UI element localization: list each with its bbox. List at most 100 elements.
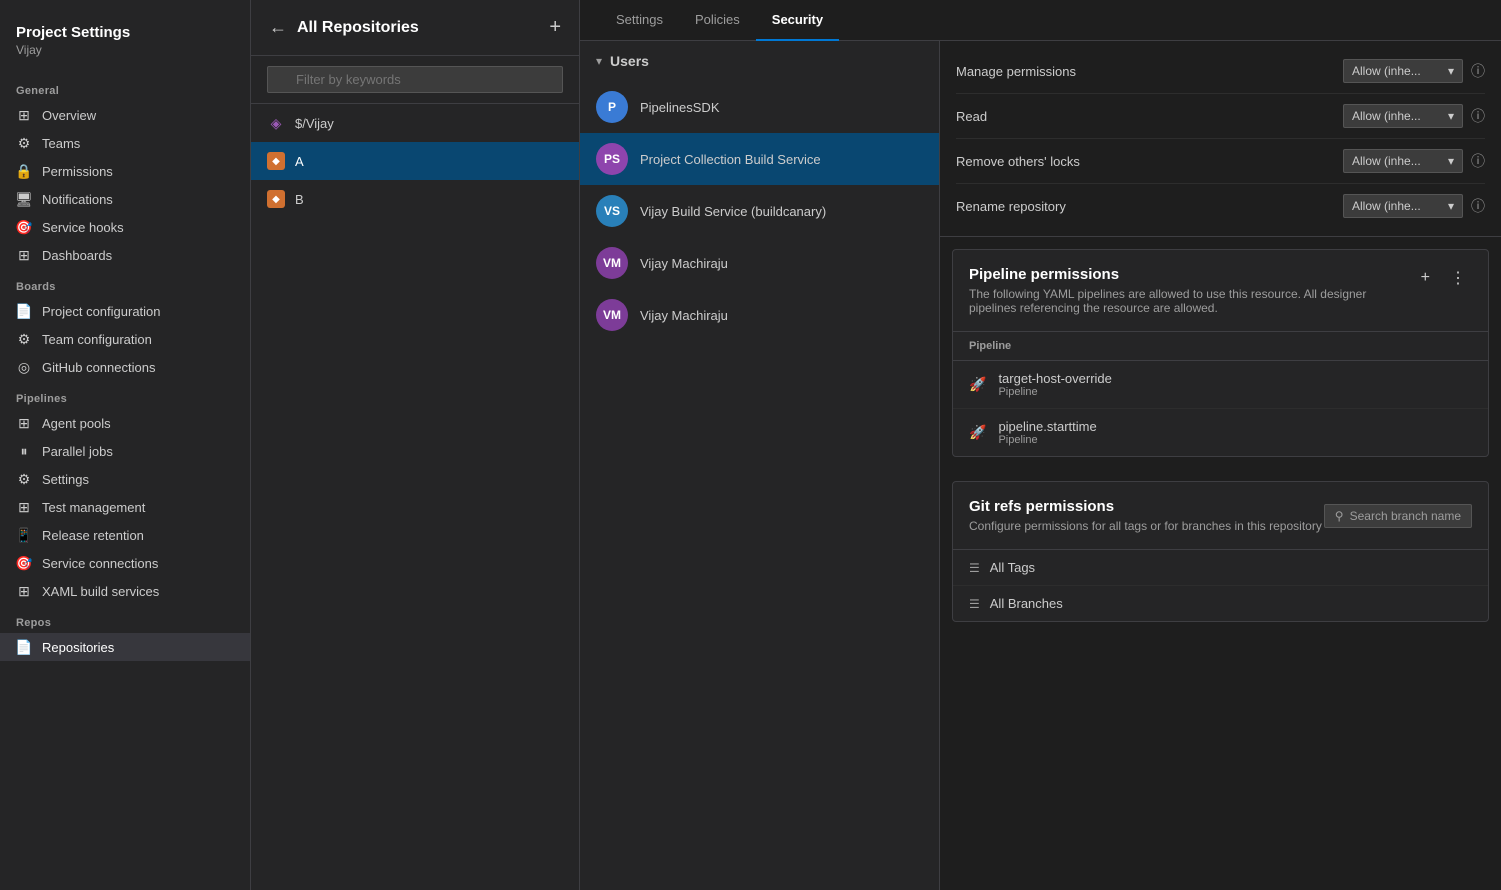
user-name: Vijay Build Service (buildcanary) [640, 204, 826, 219]
grid-icon: ⊞ [16, 107, 32, 123]
chevron-down-icon: ▾ [1448, 64, 1454, 78]
more-options-button[interactable]: ⋮ [1444, 266, 1472, 290]
sidebar-item-teams[interactable]: ⚙ Teams [0, 129, 250, 157]
service-hooks-icon: 🎯 [16, 219, 32, 235]
pipeline-row-starttime[interactable]: 🚀 pipeline.starttime Pipeline [953, 409, 1488, 456]
repo-item-B[interactable]: ◆ B [251, 180, 579, 218]
info-icon[interactable]: ⓘ [1471, 196, 1485, 216]
sidebar-item-label: Release retention [42, 528, 144, 543]
sidebar-item-settings[interactable]: ⚙ Settings [0, 465, 250, 493]
pipeline-type: Pipeline [998, 386, 1111, 398]
sidebar-item-repositories[interactable]: 📄 Repositories [0, 633, 250, 661]
tab-security[interactable]: Security [756, 0, 839, 41]
tag-icon: ☰ [969, 561, 980, 575]
git-refs-title: Git refs permissions [969, 498, 1322, 515]
sidebar-item-dashboards[interactable]: ⊞ Dashboards [0, 241, 250, 269]
back-button[interactable]: ← [267, 15, 289, 40]
middle-header: ← All Repositories + [251, 0, 579, 56]
section-label-pipelines: Pipelines [0, 381, 250, 409]
sidebar-item-label: Permissions [42, 164, 113, 179]
chevron-down-icon: ▾ [1448, 154, 1454, 168]
git-refs-card: Git refs permissions Configure permissio… [952, 481, 1489, 622]
info-icon[interactable]: ⓘ [1471, 151, 1485, 171]
add-repo-button[interactable]: + [547, 14, 563, 41]
branch-icon: ☰ [969, 597, 980, 611]
sidebar-item-service-connections[interactable]: 🎯 Service connections [0, 549, 250, 577]
section-label-boards: Boards [0, 269, 250, 297]
sidebar-item-overview[interactable]: ⊞ Overview [0, 101, 250, 129]
repo-item-vijay-dollar[interactable]: ◈ $/Vijay [251, 104, 579, 142]
sidebar-item-parallel-jobs[interactable]: ⏸ Parallel jobs [0, 437, 250, 465]
service-connections-icon: 🎯 [16, 555, 32, 571]
repo-item-A[interactable]: ◆ A [251, 142, 579, 180]
xaml-icon: ⊞ [16, 583, 32, 599]
permission-value: Allow (inhe... [1352, 109, 1421, 123]
sidebar-item-service-hooks[interactable]: 🎯 Service hooks [0, 213, 250, 241]
project-config-icon: 📄 [16, 303, 32, 319]
permission-select: Allow (inhe... ▾ ⓘ [1343, 104, 1485, 128]
search-branch-wrapper[interactable]: ⚲ Search branch name [1324, 504, 1472, 528]
pipeline-permissions-title: Pipeline permissions [969, 266, 1407, 283]
agent-pools-icon: ⊞ [16, 415, 32, 431]
repo-icon-orange-b: ◆ [267, 190, 285, 208]
search-icon: ⚲ [1335, 509, 1344, 523]
permission-dropdown-read[interactable]: Allow (inhe... ▾ [1343, 104, 1463, 128]
user-name: PipelinesSDK [640, 100, 720, 115]
avatar-vijay-machiraju-1: VM [596, 247, 628, 279]
permission-dropdown-manage[interactable]: Allow (inhe... ▾ [1343, 59, 1463, 83]
main-content: Settings Policies Security ▾ Users P Pip… [580, 0, 1501, 890]
sidebar-item-label: Parallel jobs [42, 444, 113, 459]
user-row-pipelines-sdk[interactable]: P PipelinesSDK [580, 81, 939, 133]
test-mgmt-icon: ⊞ [16, 499, 32, 515]
user-row-project-collection[interactable]: PS Project Collection Build Service [580, 133, 939, 185]
info-icon[interactable]: ⓘ [1471, 61, 1485, 81]
users-header[interactable]: ▾ Users [580, 41, 939, 81]
sidebar-item-label: Agent pools [42, 416, 111, 431]
git-refs-header: Git refs permissions Configure permissio… [953, 482, 1488, 550]
permission-label: Read [956, 109, 1343, 124]
permission-dropdown-rename[interactable]: Allow (inhe... ▾ [1343, 194, 1463, 218]
sidebar-subtitle: Vijay [16, 43, 234, 57]
sidebar: Project Settings Vijay General ⊞ Overvie… [0, 0, 250, 890]
pipeline-info: pipeline.starttime Pipeline [998, 419, 1096, 446]
sidebar-item-github-connections[interactable]: ◎ GitHub connections [0, 353, 250, 381]
middle-panel: ← All Repositories + ⚲ ◈ $/Vijay ◆ A ◆ B [250, 0, 580, 890]
parallel-jobs-icon: ⏸ [16, 443, 32, 459]
sidebar-item-permissions[interactable]: 🔒 Permissions [0, 157, 250, 185]
info-icon[interactable]: ⓘ [1471, 106, 1485, 126]
sidebar-item-release-retention[interactable]: 📱 Release retention [0, 521, 250, 549]
filter-input[interactable] [267, 66, 563, 93]
permission-dropdown-remove-locks[interactable]: Allow (inhe... ▾ [1343, 149, 1463, 173]
pipeline-row-target-host[interactable]: 🚀 target-host-override Pipeline [953, 361, 1488, 409]
tab-settings[interactable]: Settings [600, 0, 679, 41]
sidebar-item-test-management[interactable]: ⊞ Test management [0, 493, 250, 521]
sidebar-item-project-config[interactable]: 📄 Project configuration [0, 297, 250, 325]
sidebar-item-xaml[interactable]: ⊞ XAML build services [0, 577, 250, 605]
git-ref-row-all-tags[interactable]: ☰ All Tags [953, 550, 1488, 586]
sidebar-header: Project Settings Vijay [0, 16, 250, 73]
repo-icon-orange-a: ◆ [267, 152, 285, 170]
permission-label: Rename repository [956, 199, 1343, 214]
pipeline-info: target-host-override Pipeline [998, 371, 1111, 398]
add-pipeline-button[interactable]: + [1415, 267, 1436, 289]
repo-label: B [295, 192, 304, 207]
user-row-vijay-build[interactable]: VS Vijay Build Service (buildcanary) [580, 185, 939, 237]
permission-row-remove-locks: Remove others' locks Allow (inhe... ▾ ⓘ [956, 139, 1485, 184]
chevron-down-icon: ▾ [1448, 109, 1454, 123]
tab-policies[interactable]: Policies [679, 0, 756, 41]
sidebar-item-team-config[interactable]: ⚙ Team configuration [0, 325, 250, 353]
git-ref-row-all-branches[interactable]: ☰ All Branches [953, 586, 1488, 621]
permission-value: Allow (inhe... [1352, 154, 1421, 168]
permission-value: Allow (inhe... [1352, 64, 1421, 78]
user-row-vijay-machiraju-2[interactable]: VM Vijay Machiraju [580, 289, 939, 341]
git-ref-label: All Branches [990, 596, 1063, 611]
chevron-down-icon: ▾ [596, 54, 602, 68]
sidebar-item-notifications[interactable]: 🖥 Notifications [0, 185, 250, 213]
user-row-vijay-machiraju-1[interactable]: VM Vijay Machiraju [580, 237, 939, 289]
avatar-vijay-machiraju-2: VM [596, 299, 628, 331]
avatar-project-collection: PS [596, 143, 628, 175]
sidebar-item-label: Settings [42, 472, 89, 487]
sidebar-item-agent-pools[interactable]: ⊞ Agent pools [0, 409, 250, 437]
dashboards-icon: ⊞ [16, 247, 32, 263]
git-refs-desc: Configure permissions for all tags or fo… [969, 519, 1322, 533]
